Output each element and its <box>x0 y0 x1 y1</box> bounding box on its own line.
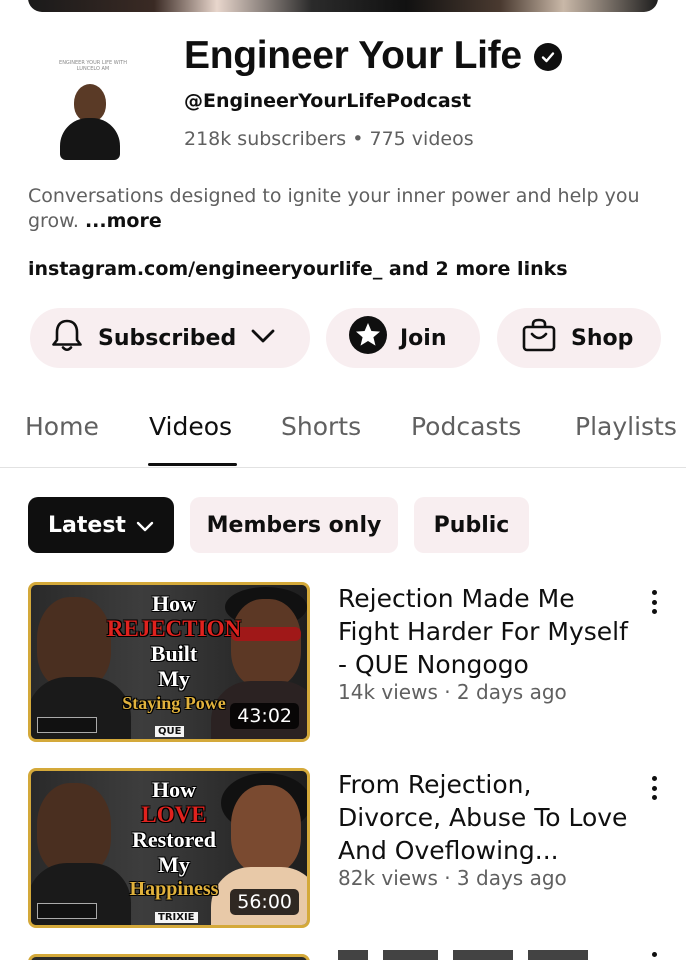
thumbnail-guest-tag: TRIXIE <box>155 912 198 923</box>
chevron-down-icon <box>250 326 276 351</box>
video-title[interactable]: Rejection Made Me Fight Harder For Mysel… <box>338 582 638 681</box>
video-title[interactable]: From Rejection, Divorce, Abuse To Love A… <box>338 768 638 867</box>
video-duration: 56:00 <box>230 889 299 915</box>
video-duration: 43:02 <box>230 703 299 729</box>
thumbnail-text: How LOVE Restored My Happiness <box>129 777 219 900</box>
video-meta: 82k views · 3 days ago <box>338 866 567 890</box>
channel-name: Engineer Your Life <box>184 34 522 77</box>
thumbnail-logo <box>37 903 97 919</box>
shopping-bag-icon <box>521 317 557 359</box>
channel-avatar[interactable]: ENGINEER YOUR LIFE WITH LUNCELO AM <box>48 56 138 164</box>
channel-stats: 218k subscribers • 775 videos <box>184 128 474 150</box>
subscribed-button[interactable]: Subscribed <box>30 308 310 368</box>
join-button[interactable]: Join <box>326 308 480 368</box>
subscribed-label: Subscribed <box>98 325 237 351</box>
filter-latest-chip[interactable]: Latest <box>28 497 174 553</box>
tab-playlists[interactable]: Playlists <box>575 412 677 441</box>
thumbnail-text: How REJECTION Built My Staying Powe <box>106 591 242 713</box>
join-label: Join <box>400 325 447 351</box>
tab-home[interactable]: Home <box>25 412 99 441</box>
shop-label: Shop <box>571 325 634 351</box>
more-options-icon[interactable] <box>650 776 658 800</box>
channel-links[interactable]: instagram.com/engineeryourlife_ and 2 mo… <box>28 258 568 280</box>
filter-latest-label: Latest <box>48 512 126 538</box>
video-meta: 14k views · 2 days ago <box>338 680 567 704</box>
tab-podcasts[interactable]: Podcasts <box>411 412 521 441</box>
more-link[interactable]: ...more <box>85 210 162 232</box>
video-item[interactable]: How REJECTION Built My Staying Powe QUE … <box>28 582 658 742</box>
video-item[interactable]: How LOVE Restored My Happiness TRIXIE 56… <box>28 768 658 928</box>
bell-icon <box>50 317 84 359</box>
active-tab-indicator <box>148 463 237 466</box>
filter-public-chip[interactable]: Public <box>414 497 529 553</box>
video-thumbnail[interactable]: How REJECTION Built My Staying Powe QUE … <box>28 582 310 742</box>
channel-title-row: Engineer Your Life <box>184 34 562 78</box>
shop-button[interactable]: Shop <box>497 308 661 368</box>
tab-videos[interactable]: Videos <box>149 412 232 441</box>
star-badge-icon <box>348 315 388 361</box>
tab-shorts[interactable]: Shorts <box>281 412 361 441</box>
chevron-down-icon <box>136 513 154 538</box>
channel-banner <box>28 0 658 12</box>
video-thumbnail[interactable] <box>28 954 310 960</box>
more-options-icon[interactable] <box>652 952 657 957</box>
channel-description[interactable]: Conversations designed to ignite your in… <box>28 184 648 234</box>
video-item-partial[interactable] <box>28 950 658 960</box>
thumbnail-logo <box>37 717 97 733</box>
filter-members-only-chip[interactable]: Members only <box>190 497 398 553</box>
video-thumbnail[interactable]: How LOVE Restored My Happiness TRIXIE 56… <box>28 768 310 928</box>
avatar-logo-text: ENGINEER YOUR LIFE WITH LUNCELO AM <box>59 60 127 72</box>
channel-tabs: Home Videos Shorts Podcasts Playlists <box>0 408 686 468</box>
verified-check-icon <box>533 43 562 71</box>
video-title-partial <box>338 950 588 960</box>
thumbnail-guest-tag: QUE <box>155 726 185 737</box>
channel-handle: @EngineerYourLifePodcast <box>184 90 472 112</box>
more-options-icon[interactable] <box>650 590 658 614</box>
